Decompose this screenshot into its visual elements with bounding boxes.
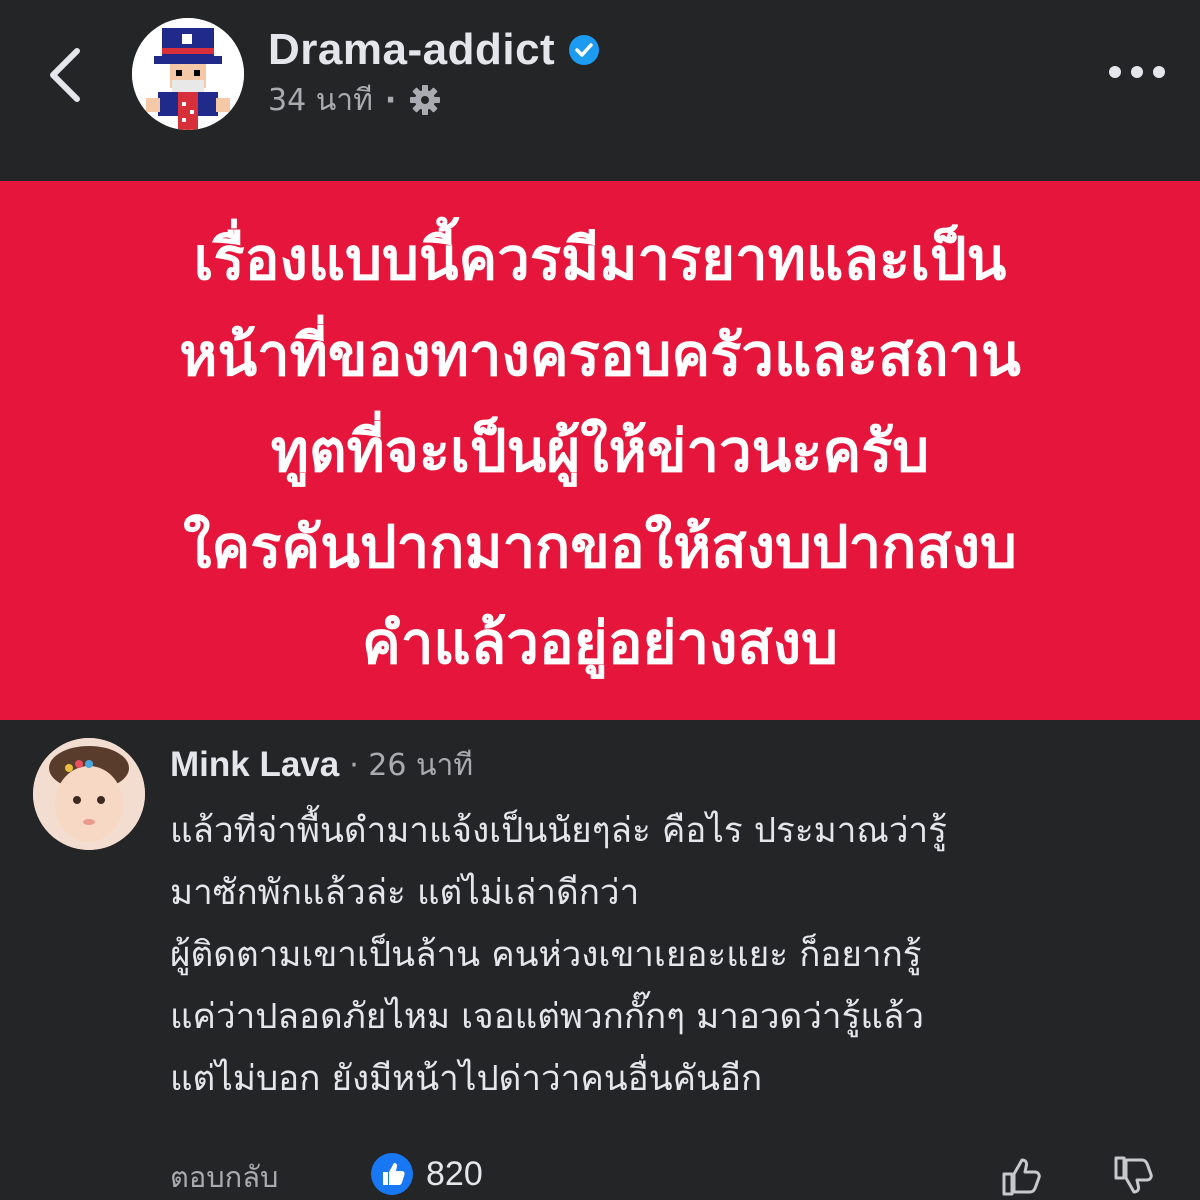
reaction-count: 820 [426,1154,483,1193]
banner-line: ใครคันปากมากขอให้สงบปากสงบ [183,512,1017,581]
meta-separator: · [384,82,397,118]
banner-line: เรื่องแบบนี้ควรมีมารยาทและเป็น [193,224,1007,293]
comment-time: · 26 นาที [349,747,474,783]
comment-line: แค่ว่าปลอดภัยไหม เจอแต่พวกกั๊กๆ มาอวดว่า… [170,997,925,1037]
comment-line: แต่ไม่บอก ยังมีหน้าไปด่าว่าคนอื่นคันอีก [170,1059,763,1099]
commenter-name[interactable]: Mink Lava [170,745,339,785]
page-name-row: Drama-addict [268,22,601,78]
post-header: Drama-addict 34 นาที · [0,0,1200,180]
gear-icon[interactable] [408,83,442,117]
banner-line: คำแล้วอยู่อย่างสงบ [362,608,838,677]
more-options-button[interactable] [1102,50,1172,94]
thumbs-down-icon[interactable] [1110,1152,1158,1200]
like-reaction-icon [371,1153,413,1195]
thumbs-up-icon[interactable] [998,1152,1046,1200]
page-avatar[interactable] [132,18,244,130]
more-dots-icon [1109,66,1165,78]
comment-line: แล้วทีจ่าพื้นดำมาแจ้งเป็นนัยๆล่ะ คือไร ป… [170,811,947,851]
verified-badge-icon [569,35,600,65]
banner-line: หน้าที่ของทางครอบครัวและสถาน [179,320,1021,389]
banner-line: ทูตที่จะเป็นผู้ให้ข่าวนะครับ [270,416,930,485]
commenter-photo [33,738,145,850]
post-time[interactable]: 34 นาที [268,77,373,124]
chevron-left-icon [50,48,80,102]
comment-body: แล้วทีจ่าพื้นดำมาแจ้งเป็นนัยๆล่ะ คือไร ป… [170,800,1180,1110]
comment-header: Mink Lava · 26 นาที [170,740,473,790]
post-meta: 34 นาที · [268,78,442,122]
post-text-banner: เรื่องแบบนี้ควรมีมารยาทและเป็น หน้าที่ขอ… [0,181,1200,720]
page-name[interactable]: Drama-addict [268,25,555,75]
reply-button[interactable]: ตอบกลับ [170,1154,278,1200]
avatar-illustration [132,18,244,130]
comment-line: ผู้ติดตามเขาเป็นล้าน คนห่วงเขาเยอะแยะ ก็… [170,935,922,975]
comment-line: มาซักพักแล้วล่ะ แต่ไม่เล่าดีกว่า [170,873,640,913]
reaction-summary[interactable]: 820 [370,1152,483,1196]
back-button[interactable] [30,30,100,120]
comment-actions: ตอบกลับ 820 [170,1148,1170,1200]
commenter-avatar[interactable] [33,738,145,850]
